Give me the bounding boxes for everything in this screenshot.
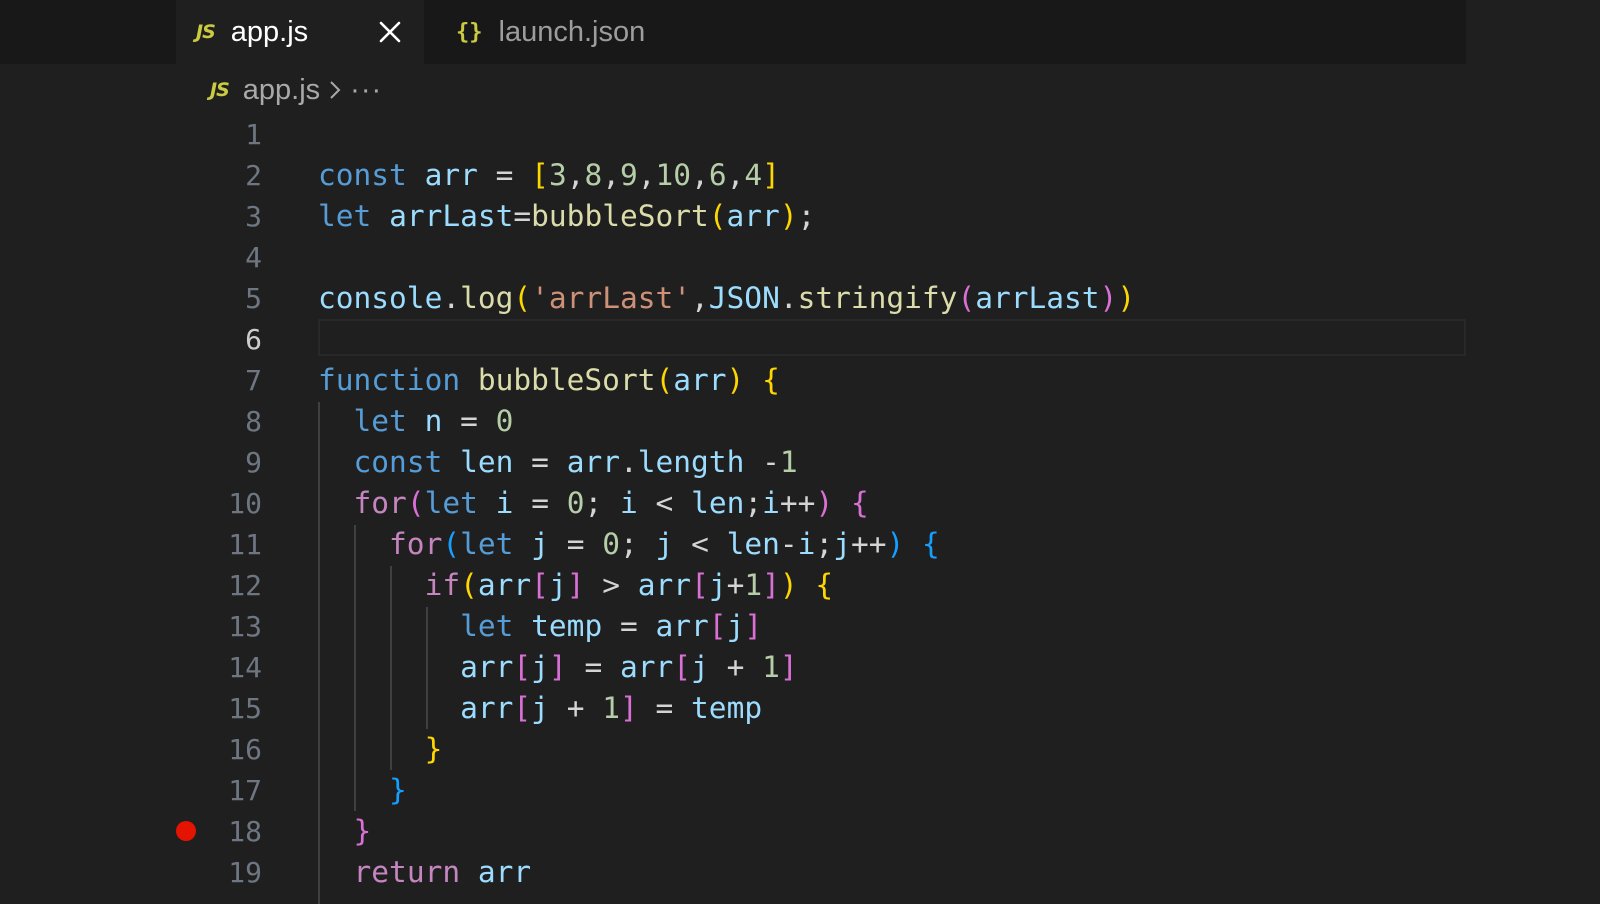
line-number: 9	[245, 446, 262, 479]
code-line: 8 let n = 0	[0, 401, 1466, 442]
code-text: const len = arr.length -1	[353, 445, 798, 479]
line-number: 3	[245, 200, 262, 233]
code-line-current: 6	[0, 319, 1466, 360]
tab-label: launch.json	[498, 15, 646, 48]
code-text: return arr	[353, 855, 532, 889]
indent-guide	[318, 402, 320, 904]
tab-label: app.js	[230, 15, 309, 48]
line-number: 13	[228, 610, 262, 643]
line-number: 10	[228, 487, 262, 520]
code-text: for(let i = 0; i < len;i++) {	[353, 486, 869, 520]
line-number: 15	[228, 692, 262, 725]
line-number: 17	[228, 774, 262, 807]
line-number: 4	[245, 241, 262, 274]
line-number: 19	[228, 856, 262, 889]
code-text: let arrLast=bubbleSort(arr);	[318, 199, 816, 233]
line-number: 7	[245, 364, 262, 397]
line-number: 12	[228, 569, 262, 602]
line-number: 18	[228, 815, 262, 848]
code-line: 13 let temp = arr[j]	[0, 606, 1466, 647]
breadcrumb-more[interactable]: ···	[350, 74, 382, 107]
code-text: }	[424, 732, 443, 766]
code-line: 15 arr[j + 1] = temp	[0, 688, 1466, 729]
code-text: for(let j = 0; j < len-i;j++) {	[389, 527, 940, 561]
indent-guide	[354, 525, 356, 811]
line-number: 11	[228, 528, 262, 561]
code-line: 7 function bubbleSort(arr) {	[0, 360, 1466, 401]
code-text: let n = 0	[353, 404, 514, 438]
code-line: 16 }	[0, 729, 1466, 770]
json-file-icon: {}	[456, 19, 483, 45]
code-text: console.log('arrLast',JSON.stringify(arr…	[318, 281, 1136, 315]
code-line: 17 }	[0, 770, 1466, 811]
code-line: 5 console.log('arrLast',JSON.stringify(a…	[0, 278, 1466, 319]
code-line: 19 return arr	[0, 852, 1466, 893]
code-line: 9 const len = arr.length -1	[0, 442, 1466, 483]
code-line: 4	[0, 237, 1466, 278]
code-editor[interactable]: 1 2 const arr = [3,8,9,10,6,4] 3 let arr…	[0, 114, 1466, 904]
current-line-highlight	[318, 319, 1466, 356]
line-number: 14	[228, 651, 262, 684]
code-text: }	[389, 773, 407, 807]
line-number: 8	[245, 405, 262, 438]
code-text: }	[353, 814, 372, 848]
indent-guide	[426, 607, 428, 729]
code-line: 11 for(let j = 0; j < len-i;j++) {	[0, 524, 1466, 565]
breadcrumb: JS app.js ···	[210, 70, 382, 110]
code-text: function bubbleSort(arr) {	[318, 363, 780, 397]
code-text: arr[j + 1] = temp	[460, 691, 763, 725]
code-line: 1	[0, 114, 1466, 155]
tab-bar: JS app.js {} launch.json	[0, 0, 1466, 64]
javascript-file-icon: JS	[210, 79, 230, 101]
indent-guide	[390, 566, 392, 770]
javascript-file-icon: JS	[196, 21, 216, 43]
code-line: 14 arr[j] = arr[j + 1]	[0, 647, 1466, 688]
code-line: 2 const arr = [3,8,9,10,6,4]	[0, 155, 1466, 196]
code-text: let temp = arr[j]	[460, 609, 763, 643]
line-number: 2	[245, 159, 262, 192]
code-line: 10 for(let i = 0; i < len;i++) {	[0, 483, 1466, 524]
line-number: 1	[245, 118, 262, 151]
line-number: 5	[245, 282, 262, 315]
line-number: 16	[228, 733, 262, 766]
code-line: 18 }	[0, 811, 1466, 852]
code-line: 3 let arrLast=bubbleSort(arr);	[0, 196, 1466, 237]
breakpoint-icon[interactable]	[176, 821, 196, 841]
code-text: const arr = [3,8,9,10,6,4]	[318, 158, 780, 192]
line-number: 6	[245, 323, 262, 356]
tab-app-js[interactable]: JS app.js	[176, 0, 424, 64]
chevron-right-icon	[328, 79, 342, 101]
code-line: 12 if(arr[j] > arr[j+1]) {	[0, 565, 1466, 606]
tab-launch-json[interactable]: {} launch.json	[426, 0, 710, 64]
close-icon[interactable]	[372, 14, 408, 50]
code-text: if(arr[j] > arr[j+1]) {	[424, 568, 834, 602]
breadcrumb-file[interactable]: app.js	[243, 74, 320, 107]
